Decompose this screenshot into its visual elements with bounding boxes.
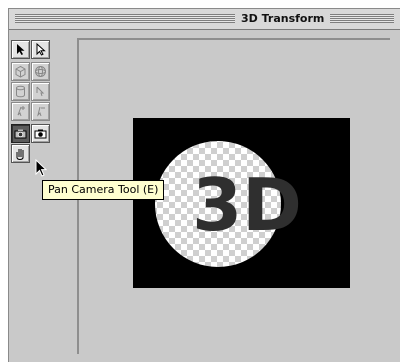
sphere-icon [35,66,46,77]
arrow-icon [17,44,25,55]
selection-tool-button[interactable] [11,40,30,59]
pan-camera-tool-button[interactable] [11,124,30,143]
title-bar-stripes [15,14,394,23]
mouse-pointer-icon [35,159,48,177]
hand-icon [16,149,24,160]
hand-tool-button[interactable] [11,144,30,163]
add-point-icon [17,106,25,117]
cube-tool-button[interactable] [11,62,30,81]
cylinder-icon [16,85,25,98]
trackball-icon [34,129,47,139]
trackball-tool-button[interactable] [31,124,50,143]
window-title: 3D Transform [235,10,331,27]
delete-anchor-point-tool-button[interactable] [31,102,50,121]
3d-label: 3D [192,163,302,247]
3d-preview-graphic: 3D [155,141,302,267]
cube-icon [15,65,26,78]
hollow-arrow-icon [36,42,46,56]
title-bar[interactable]: 3D Transform [9,9,400,30]
sphere-tool-button[interactable] [31,62,50,81]
convert-point-icon [36,86,45,97]
toolbox [11,40,56,200]
convert-point-tool-button[interactable] [31,82,50,101]
cylinder-tool-button[interactable] [11,82,30,101]
add-anchor-point-tool-button[interactable] [11,102,30,121]
tooltip: Pan Camera Tool (E) [42,180,165,200]
delete-point-icon [37,106,45,117]
direct-selection-tool-button[interactable] [31,40,50,59]
preview-image[interactable]: 3D [133,118,350,288]
pan-camera-icon [14,129,27,139]
